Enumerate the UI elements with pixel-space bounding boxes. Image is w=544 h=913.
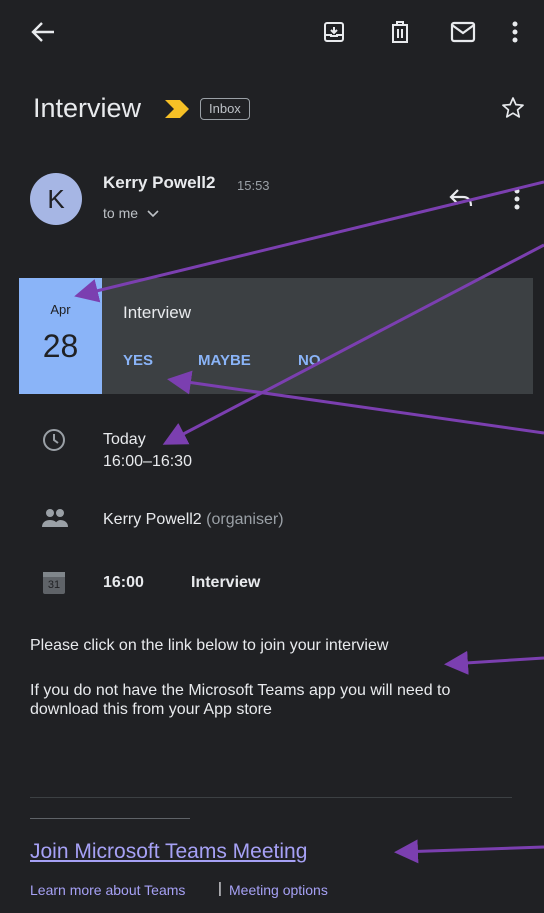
message-more-icon[interactable] bbox=[513, 187, 521, 211]
event-day: Today bbox=[103, 431, 146, 448]
invite-day: 28 bbox=[42, 328, 79, 364]
arrow-left-icon[interactable] bbox=[30, 20, 56, 44]
inbox-label-chip[interactable]: Inbox bbox=[200, 98, 250, 120]
link-separator: | bbox=[218, 880, 222, 897]
body-paragraph-1: Please click on the link below to join y… bbox=[30, 637, 389, 654]
people-icon bbox=[41, 508, 69, 528]
trash-icon[interactable] bbox=[389, 20, 411, 44]
recipient-label: to me bbox=[103, 205, 139, 221]
reply-icon[interactable] bbox=[449, 188, 473, 208]
importance-marker-icon[interactable] bbox=[165, 100, 189, 118]
event-time-range: 16:00–16:30 bbox=[103, 453, 192, 470]
mail-icon[interactable] bbox=[450, 21, 476, 43]
rsvp-yes-button[interactable]: YES bbox=[123, 352, 153, 369]
organiser: Kerry Powell2 (organiser) bbox=[103, 511, 284, 529]
invite-title: Interview bbox=[123, 303, 192, 322]
rsvp-no-button[interactable]: NO bbox=[298, 352, 321, 369]
body-divider bbox=[30, 797, 512, 798]
agenda-title: Interview bbox=[191, 574, 261, 591]
teams-divider bbox=[30, 818, 190, 819]
annotation-arrow bbox=[394, 839, 544, 864]
rsvp-maybe-button[interactable]: MAYBE bbox=[198, 352, 251, 369]
organiser-role: (organiser) bbox=[206, 511, 284, 528]
calendar-icon-day: 31 bbox=[47, 579, 61, 591]
star-icon[interactable] bbox=[501, 96, 525, 120]
annotation-arrow bbox=[444, 650, 544, 675]
sender-avatar[interactable]: K bbox=[30, 173, 82, 225]
clock-icon bbox=[42, 428, 66, 452]
email-time: 15:53 bbox=[237, 178, 270, 193]
calendar-icon: 31 bbox=[42, 569, 66, 595]
join-teams-meeting-link[interactable]: Join Microsoft Teams Meeting bbox=[30, 840, 307, 864]
invite-month: Apr bbox=[50, 302, 71, 317]
email-subject: Interview bbox=[33, 93, 142, 123]
annotation-arrows bbox=[74, 180, 544, 864]
top-app-bar bbox=[0, 0, 544, 64]
organiser-name: Kerry Powell2 bbox=[103, 511, 202, 528]
meeting-options-link[interactable]: Meeting options bbox=[229, 882, 328, 898]
sender-name: Kerry Powell2 bbox=[103, 173, 216, 192]
more-vert-icon[interactable] bbox=[511, 20, 519, 44]
invite-date-block: Apr 28 bbox=[19, 278, 102, 394]
learn-more-link[interactable]: Learn more about Teams bbox=[30, 882, 185, 898]
chevron-down-icon bbox=[147, 210, 159, 218]
body-paragraph-2: If you do not have the Microsoft Teams a… bbox=[30, 682, 451, 718]
archive-icon[interactable] bbox=[322, 20, 346, 44]
agenda-time: 16:00 bbox=[103, 574, 144, 591]
recipient-toggle[interactable]: to me bbox=[103, 205, 159, 221]
